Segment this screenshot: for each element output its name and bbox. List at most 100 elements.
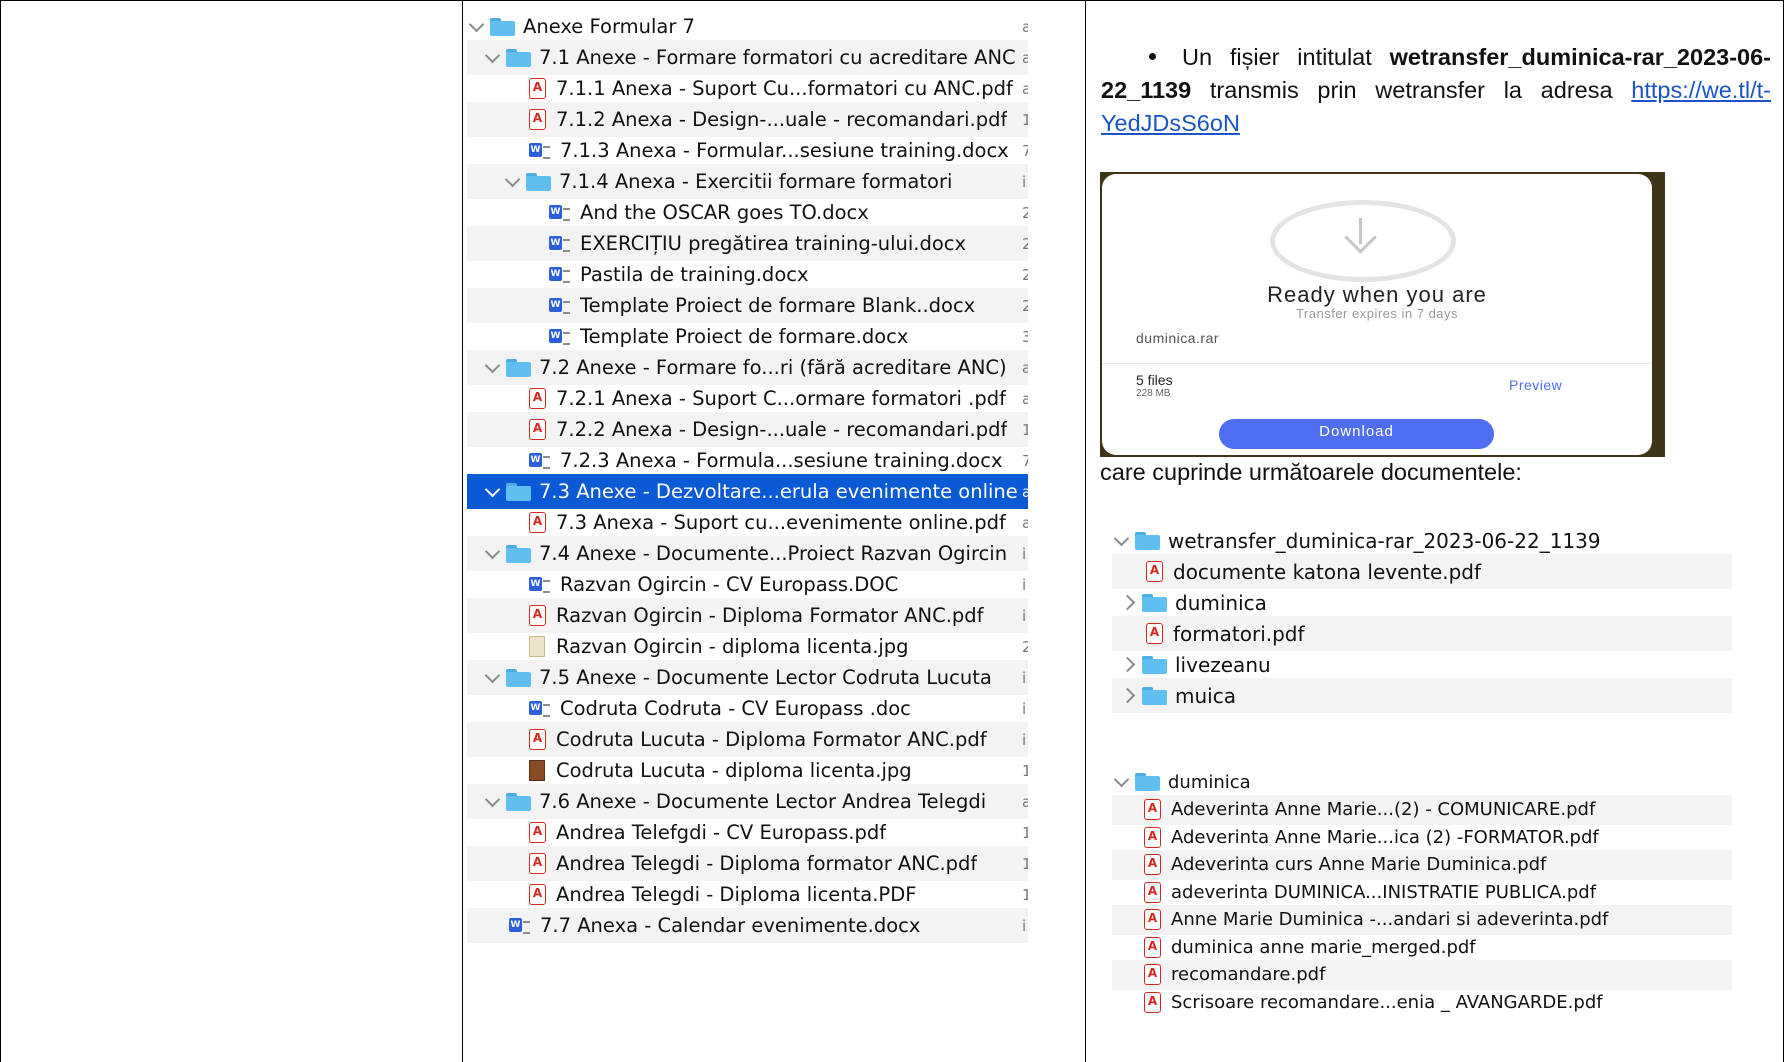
file-row[interactable]: 7.1.2 Anexa - Design-...uale - recomanda… xyxy=(467,102,1028,137)
item-name: livezeanu xyxy=(1175,652,1271,677)
truncated-column-text: a xyxy=(1022,48,1028,67)
file-row[interactable]: 7.2.2 Anexa - Design-...uale - recomanda… xyxy=(467,412,1028,447)
bullet-dot xyxy=(1149,53,1156,60)
chevron-right-icon[interactable] xyxy=(1119,594,1136,611)
truncated-column-text: 2 xyxy=(1022,296,1028,315)
chevron-down-icon[interactable] xyxy=(1113,530,1130,546)
file-row[interactable]: adeverinta DUMINICA...INISTRATIE PUBLICA… xyxy=(1112,877,1732,907)
folder-row[interactable]: 7.2 Anexe - Formare fo...ri (fără acredi… xyxy=(467,350,1028,385)
folder-icon xyxy=(1142,593,1167,612)
truncated-column-text: 1 xyxy=(1022,110,1028,129)
file-row[interactable]: duminica anne marie_merged.pdf xyxy=(1112,932,1732,962)
file-row[interactable]: Adeverinta Anne Marie...ica (2) -FORMATO… xyxy=(1112,822,1732,852)
file-row[interactable]: 7.1.1 Anexa - Suport Cu...formatori cu A… xyxy=(467,71,1028,106)
folder-row[interactable]: 7.5 Anexe - Documente Lector Codruta Luc… xyxy=(467,660,1028,695)
truncated-column-text: a xyxy=(1022,513,1028,532)
pdf-file-icon xyxy=(1144,991,1161,1013)
item-name: Scrisoare recomandare...enia _ AVANGARDE… xyxy=(1171,991,1603,1013)
truncated-column-text: 2 xyxy=(1022,637,1028,656)
item-name: formatori.pdf xyxy=(1173,621,1305,646)
folder-row[interactable]: duminica xyxy=(1112,585,1732,620)
pdf-file-icon xyxy=(529,419,546,440)
chevron-down-icon[interactable] xyxy=(484,667,501,683)
file-row[interactable]: Razvan Ogircin - Diploma Formator ANC.pd… xyxy=(467,598,1028,633)
file-row[interactable]: Andrea Telegdi - Diploma formator ANC.pd… xyxy=(467,846,1028,881)
file-row[interactable]: Codruta Lucuta - Diploma Formator ANC.pd… xyxy=(467,722,1028,757)
file-row[interactable]: recomandare.pdf xyxy=(1112,959,1732,990)
item-name: Template Proiect de formare Blank..docx xyxy=(580,294,976,317)
folder-row[interactable]: duminica xyxy=(1112,767,1732,797)
file-row[interactable]: Template Proiect de formare Blank..docx 2 xyxy=(467,288,1028,323)
folder-row[interactable]: 7.6 Anexe - Documente Lector Andrea Tele… xyxy=(467,784,1028,819)
file-row[interactable]: Adeverinta Anne Marie...(2) - COMUNICARE… xyxy=(1112,794,1732,825)
folder-row[interactable]: wetransfer_duminica-rar_2023-06-22_1139 xyxy=(1112,523,1732,558)
file-row[interactable]: Codruta Lucuta - diploma licenta.jpg 1 xyxy=(467,753,1028,788)
item-name: 7.3 Anexa - Suport cu...evenimente onlin… xyxy=(556,511,1006,534)
chevron-down-icon[interactable] xyxy=(484,791,501,807)
folder-icon xyxy=(1142,655,1167,674)
file-row[interactable]: 7.2.1 Anexa - Suport C...ormare formator… xyxy=(467,381,1028,416)
folder-row[interactable]: 7.3 Anexe - Dezvoltare...erula eveniment… xyxy=(467,474,1028,509)
item-name: recomandare.pdf xyxy=(1171,964,1326,985)
file-row[interactable]: 7.3 Anexa - Suport cu...evenimente onlin… xyxy=(467,505,1028,540)
item-name: wetransfer_duminica-rar_2023-06-22_1139 xyxy=(1168,528,1601,553)
file-row[interactable]: 7.1.3 Anexa - Formular...sesiune trainin… xyxy=(467,133,1028,168)
wetransfer-title: Ready when you are xyxy=(1267,282,1487,307)
pdf-file-icon xyxy=(529,822,546,843)
folder-icon xyxy=(506,482,531,501)
folder-row[interactable]: 7.4 Anexe - Documente...Proiect Razvan O… xyxy=(467,536,1028,571)
chevron-down-icon[interactable] xyxy=(484,481,501,497)
chevron-down-icon[interactable] xyxy=(468,16,485,32)
file-row[interactable]: Razvan Ogircin - CV Europass.DOC i xyxy=(467,567,1028,602)
file-row[interactable]: formatori.pdf xyxy=(1112,616,1732,651)
truncated-column-text: 1 xyxy=(1022,761,1028,780)
chevron-down-icon[interactable] xyxy=(484,543,501,559)
chevron-down-icon[interactable] xyxy=(504,171,521,187)
file-row[interactable]: 7.7 Anexa - Calendar evenimente.docx i xyxy=(467,908,1028,943)
wetransfer-screenshot: Ready when you are Transfer expires in 7… xyxy=(1100,172,1665,457)
wetransfer-size: 228 MB xyxy=(1136,388,1171,399)
folder-row[interactable]: 7.1 Anexe - Formare formatori cu acredit… xyxy=(467,40,1028,75)
chevron-right-icon[interactable] xyxy=(1119,656,1136,673)
word-document-icon xyxy=(549,234,570,254)
item-name: Razvan Ogircin - diploma licenta.jpg xyxy=(556,635,909,658)
pdf-file-icon xyxy=(529,512,546,533)
chevron-down-icon[interactable] xyxy=(484,47,501,63)
file-row[interactable]: Andrea Telegdi - Diploma licenta.PDF 1 xyxy=(467,877,1028,912)
pdf-file-icon xyxy=(1144,854,1161,875)
pdf-file-icon xyxy=(1144,964,1161,985)
pdf-file-icon xyxy=(1144,799,1161,820)
chevron-right-icon[interactable] xyxy=(1119,687,1136,704)
download-button[interactable]: Download xyxy=(1219,419,1494,449)
file-row[interactable]: Adeverinta curs Anne Marie Duminica.pdf xyxy=(1112,849,1732,880)
file-row[interactable]: And the OSCAR goes TO.docx 2 xyxy=(467,195,1028,230)
file-row[interactable]: Codruta Codruta - CV Europass .doc i xyxy=(467,691,1028,726)
item-name: muica xyxy=(1175,683,1236,708)
folder-row[interactable]: Anexe Formular 7 a xyxy=(467,9,1028,44)
file-row[interactable]: documente katona levente.pdf xyxy=(1112,554,1732,589)
chevron-down-icon[interactable] xyxy=(484,357,501,373)
folder-row[interactable]: livezeanu xyxy=(1112,647,1732,682)
word-document-icon xyxy=(529,699,550,719)
folder-row[interactable]: 7.1.4 Anexa - Exercitii formare formator… xyxy=(467,164,1028,199)
file-row[interactable]: Template Proiect de formare.docx 3 xyxy=(467,319,1028,354)
file-row[interactable]: 7.2.3 Anexa - Formula...sesiune training… xyxy=(467,443,1028,478)
file-row[interactable]: Razvan Ogircin - diploma licenta.jpg 2 xyxy=(467,629,1028,664)
item-name: adeverinta DUMINICA...INISTRATIE PUBLICA… xyxy=(1171,881,1597,903)
preview-link[interactable]: Preview xyxy=(1509,377,1562,393)
file-row[interactable]: Anne Marie Duminica -...andari si adever… xyxy=(1112,904,1732,935)
item-name: 7.5 Anexe - Documente Lector Codruta Luc… xyxy=(539,666,992,689)
file-row[interactable]: EXERCIȚIU pregătirea training-ului.docx 2 xyxy=(467,226,1028,261)
file-row[interactable]: Andrea Telefgdi - CV Europass.pdf 1 xyxy=(467,815,1028,850)
image-file-icon xyxy=(529,636,545,657)
wetransfer-card: Ready when you are Transfer expires in 7… xyxy=(1102,174,1652,455)
truncated-column-text: 7 xyxy=(1022,141,1028,160)
pdf-file-icon xyxy=(1144,936,1161,958)
file-row[interactable]: Pastila de training.docx 2 xyxy=(467,257,1028,292)
item-name: 7.2.3 Anexa - Formula...sesiune training… xyxy=(560,449,1003,472)
item-name: Andrea Telegdi - Diploma licenta.PDF xyxy=(556,883,917,906)
word-document-icon xyxy=(549,203,570,223)
chevron-down-icon[interactable] xyxy=(1113,771,1130,788)
folder-row[interactable]: muica xyxy=(1112,678,1732,713)
file-row[interactable]: Scrisoare recomandare...enia _ AVANGARDE… xyxy=(1112,987,1732,1017)
